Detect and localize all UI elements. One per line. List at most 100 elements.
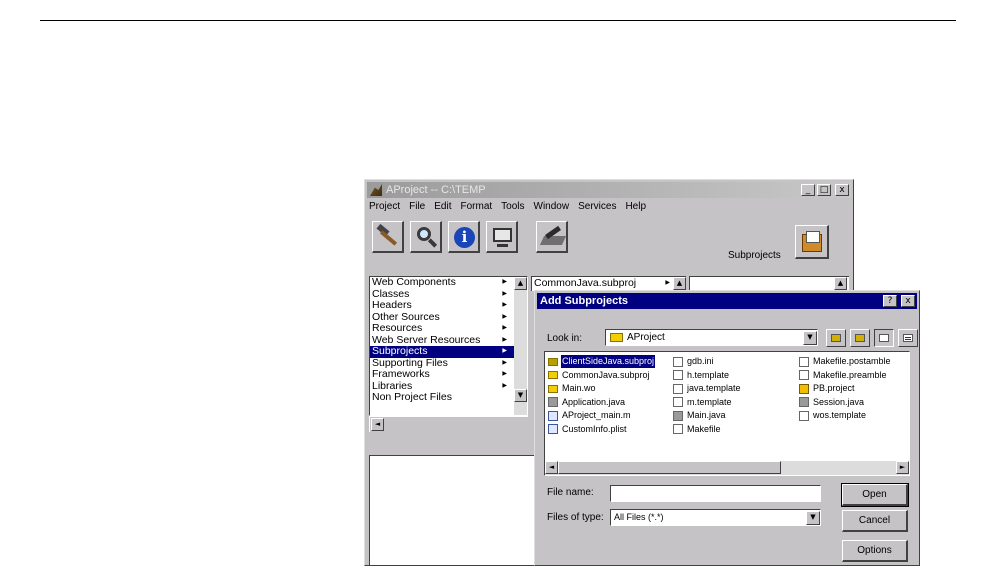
browser-column-files[interactable]: ▲ <box>689 276 849 291</box>
list-item[interactable]: Session.java <box>799 396 892 410</box>
scroll-left-button[interactable]: ◄ <box>371 418 384 431</box>
browser-column-categories[interactable]: Web Components ▶ Classes ▶ Headers ▶ Other … <box>369 276 528 416</box>
minimize-button[interactable]: _ <box>801 184 815 196</box>
list-item[interactable]: h.template <box>673 369 742 383</box>
up-folder-icon <box>831 334 841 342</box>
info-icon: i <box>454 227 475 248</box>
folder-icon <box>548 371 558 380</box>
menu-format[interactable]: Format <box>460 201 492 217</box>
horizontal-scrollbar[interactable]: ◄ <box>369 416 528 432</box>
add-subprojects-dialog: Add Subprojects ? x Look in: AProject ▼ … <box>534 290 920 566</box>
arrow-right-icon: ▶ <box>502 371 507 377</box>
options-button[interactable]: Options <box>842 540 908 562</box>
browser-item[interactable]: Non Project Files <box>370 391 527 404</box>
details-view-icon <box>903 334 913 342</box>
chevron-down-icon[interactable]: ▼ <box>806 511 820 525</box>
details-view-button[interactable] <box>898 329 918 347</box>
scroll-right-button[interactable]: ► <box>896 461 909 474</box>
list-item[interactable]: m.template <box>673 396 742 410</box>
menu-edit[interactable]: Edit <box>434 201 451 217</box>
menu-help[interactable]: Help <box>625 201 646 217</box>
look-in-label: Look in: <box>547 333 583 344</box>
project-file-icon <box>799 383 809 394</box>
list-item[interactable]: Makefile.preamble <box>799 369 892 383</box>
new-folder-icon <box>855 334 865 342</box>
menu-services[interactable]: Services <box>578 201 616 217</box>
arrow-right-icon: ▶ <box>502 290 507 297</box>
arrow-right-icon: ▶ <box>502 279 507 285</box>
maximize-button[interactable]: □ <box>817 184 831 196</box>
file-icon <box>673 383 683 394</box>
file-icon <box>799 410 809 421</box>
menu-file[interactable]: File <box>409 201 425 217</box>
java-file-icon <box>673 410 683 421</box>
horizontal-scrollbar[interactable]: ◄ ► <box>545 461 909 475</box>
launcher-button[interactable] <box>486 221 518 253</box>
menu-window[interactable]: Window <box>534 201 570 217</box>
list-view-button[interactable] <box>874 329 894 347</box>
scroll-up-button[interactable]: ▲ <box>673 277 686 290</box>
dialog-toolbar <box>826 329 918 347</box>
scroll-down-button[interactable]: ▼ <box>514 389 527 402</box>
inspector-button[interactable]: i <box>448 221 480 253</box>
scroll-left-button[interactable]: ◄ <box>545 461 558 474</box>
scroll-up-button[interactable]: ▲ <box>514 277 527 290</box>
editor-area[interactable] <box>369 455 539 565</box>
arrow-right-icon: ▶ <box>502 359 507 366</box>
new-folder-button[interactable] <box>850 329 870 347</box>
help-button[interactable]: ? <box>883 295 897 307</box>
chevron-down-icon[interactable]: ▼ <box>803 331 817 345</box>
open-button[interactable]: Open <box>841 483 909 507</box>
browser-column-subprojects[interactable]: CommonJava.subproj ▶ ▲ <box>531 276 686 291</box>
subprojects-label: Subprojects <box>728 250 781 261</box>
arrow-right-icon: ▶ <box>502 336 507 343</box>
list-item[interactable]: CustomInfo.plist <box>548 423 655 437</box>
menu-tools[interactable]: Tools <box>501 201 524 217</box>
top-rule <box>40 20 956 21</box>
list-item[interactable]: Main.java <box>673 409 742 423</box>
scroll-thumb[interactable] <box>558 461 781 474</box>
project-toolbar: i <box>372 221 568 253</box>
list-item[interactable]: Main.wo <box>548 382 655 396</box>
dialog-close-button[interactable]: x <box>901 295 915 307</box>
arrow-right-icon: ▶ <box>502 348 507 354</box>
look-in-dropdown[interactable]: AProject ▼ <box>605 329 818 346</box>
list-item[interactable]: CommonJava.subproj <box>548 369 655 383</box>
look-in-value: AProject <box>627 332 665 343</box>
menu-project[interactable]: Project <box>369 201 400 217</box>
files-of-type-dropdown[interactable]: All Files (*.*) ▼ <box>610 509 821 526</box>
file-icon <box>673 397 683 408</box>
list-item[interactable]: Application.java <box>548 396 655 410</box>
window-title: AProject -- C:\TEMP <box>386 184 486 196</box>
java-file-icon <box>548 397 558 408</box>
list-item[interactable]: gdb.ini <box>673 355 742 369</box>
scroll-up-button[interactable]: ▲ <box>834 277 847 290</box>
vertical-scrollbar[interactable]: ▲ ▼ <box>514 277 527 415</box>
close-button[interactable]: x <box>835 184 849 196</box>
list-item[interactable]: AProject_main.m <box>548 409 655 423</box>
find-button[interactable] <box>410 221 442 253</box>
list-item[interactable]: java.template <box>673 382 742 396</box>
file-column: ClientSideJava.subproj CommonJava.subpro… <box>548 354 657 437</box>
browser-item[interactable]: CommonJava.subproj <box>534 277 636 289</box>
list-item[interactable]: ClientSideJava.subproj <box>548 354 657 370</box>
folder-icon <box>610 333 623 342</box>
subprojects-icon <box>795 225 829 259</box>
list-item[interactable]: PB.project <box>799 382 892 396</box>
project-title-bar[interactable]: AProject -- C:\TEMP _ □ x <box>367 182 851 198</box>
file-name-input[interactable] <box>610 485 821 502</box>
file-icon <box>799 356 809 367</box>
arrow-right-icon: ▶ <box>502 382 507 389</box>
arrow-right-icon: ▶ <box>502 325 507 331</box>
file-list[interactable]: ClientSideJava.subproj CommonJava.subpro… <box>544 351 910 476</box>
file-icon <box>673 356 683 367</box>
cancel-button[interactable]: Cancel <box>842 510 908 532</box>
list-item[interactable]: Makefile.postamble <box>799 355 892 369</box>
dialog-title-bar[interactable]: Add Subprojects ? x <box>537 293 917 309</box>
up-folder-button[interactable] <box>826 329 846 347</box>
build-button[interactable] <box>372 221 404 253</box>
list-item[interactable]: Makefile <box>673 423 742 437</box>
list-item[interactable]: wos.template <box>799 409 892 423</box>
edit-button[interactable] <box>536 221 568 253</box>
list-view-icon <box>879 334 889 342</box>
